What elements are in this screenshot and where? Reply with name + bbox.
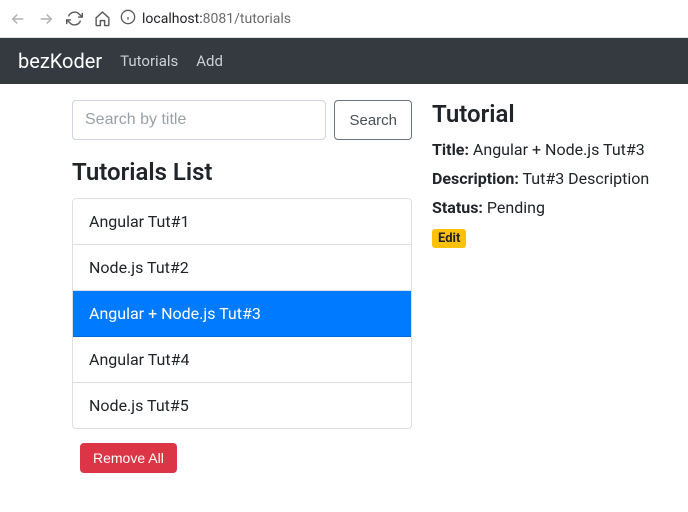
tutorials-list: Angular Tut#1 Node.js Tut#2 Angular + No… — [72, 198, 412, 429]
list-item[interactable]: Node.js Tut#2 — [73, 245, 411, 291]
list-item[interactable]: Angular Tut#4 — [73, 337, 411, 383]
list-item[interactable]: Angular + Node.js Tut#3 — [73, 291, 411, 337]
status-label: Status: — [432, 198, 483, 217]
search-button[interactable]: Search — [334, 100, 412, 140]
reload-icon[interactable] — [64, 9, 84, 29]
detail-status: Status: Pending — [432, 198, 670, 217]
url-port: 8081 — [203, 11, 234, 27]
list-item[interactable]: Node.js Tut#5 — [73, 383, 411, 428]
nav-link-tutorials[interactable]: Tutorials — [120, 52, 178, 70]
list-item[interactable]: Angular Tut#1 — [73, 199, 411, 245]
browser-toolbar: localhost:8081/tutorials — [0, 0, 688, 38]
detail-title: Title: Angular + Node.js Tut#3 — [432, 140, 670, 159]
remove-all-button[interactable]: Remove All — [80, 443, 177, 473]
brand[interactable]: bezKoder — [18, 49, 102, 73]
description-value: Tut#3 Description — [523, 169, 650, 188]
title-value: Angular + Node.js Tut#3 — [473, 140, 645, 159]
status-value: Pending — [487, 198, 545, 217]
detail-heading: Tutorial — [432, 100, 670, 128]
nav-link-add[interactable]: Add — [196, 52, 223, 70]
search-input[interactable] — [72, 100, 326, 140]
edit-button[interactable]: Edit — [432, 229, 466, 248]
forward-icon[interactable] — [36, 9, 56, 29]
address-bar[interactable]: localhost:8081/tutorials — [120, 9, 291, 29]
url-host: localhost: — [142, 11, 203, 27]
home-icon[interactable] — [92, 9, 112, 29]
detail-description: Description: Tut#3 Description — [432, 169, 670, 188]
info-icon — [120, 9, 136, 29]
list-heading: Tutorials List — [72, 158, 412, 186]
app-navbar: bezKoder Tutorials Add — [0, 38, 688, 84]
title-label: Title: — [432, 140, 469, 159]
url-path: /tutorials — [234, 11, 291, 27]
description-label: Description: — [432, 169, 519, 188]
back-icon[interactable] — [8, 9, 28, 29]
